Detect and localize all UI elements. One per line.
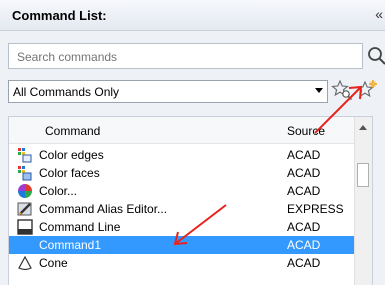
- color-faces-icon: [18, 166, 32, 181]
- command-source: EXPRESS: [287, 202, 344, 216]
- command-source: ACAD: [287, 148, 321, 162]
- filter-commands-icon[interactable]: [330, 78, 354, 102]
- color-edges-icon: [18, 148, 32, 163]
- cone-icon: [18, 255, 32, 271]
- chevron-down-icon[interactable]: [315, 88, 323, 93]
- command-list: Command Source Color edges ACAD Color fa…: [8, 116, 373, 285]
- command-source: ACAD: [287, 220, 321, 234]
- list-item[interactable]: Color edges ACAD: [9, 146, 372, 164]
- list-item-selected[interactable]: Command1 ACAD: [9, 236, 372, 254]
- scrollbar-thumb[interactable]: [357, 163, 369, 187]
- command-filter-dropdown[interactable]: All Commands Only: [8, 80, 328, 103]
- command-name: Color...: [39, 184, 78, 198]
- command-source: ACAD: [287, 184, 321, 198]
- command-line-icon: [17, 219, 33, 235]
- vertical-scrollbar[interactable]: [354, 117, 372, 285]
- column-header-command[interactable]: Command: [45, 124, 100, 138]
- command-name: Command Line: [39, 220, 121, 234]
- command-name: Command Alias Editor...: [39, 202, 168, 216]
- alias-editor-icon: [17, 202, 32, 216]
- list-item[interactable]: Command Line ACAD: [9, 218, 372, 236]
- scroll-up-icon[interactable]: [359, 125, 367, 130]
- search-icon[interactable]: [366, 45, 385, 67]
- collapse-icon[interactable]: «: [375, 6, 383, 22]
- command-name: Command1: [39, 238, 102, 252]
- list-item[interactable]: Color... ACAD: [9, 182, 372, 200]
- command-name: Color faces: [39, 166, 100, 180]
- command-source: ACAD: [287, 238, 321, 252]
- command-source: ACAD: [287, 166, 321, 180]
- command-source: ACAD: [287, 256, 321, 270]
- search-input[interactable]: [15, 45, 319, 69]
- panel-header: Command List: «: [0, 0, 385, 31]
- panel-title: Command List:: [12, 8, 107, 23]
- list-item[interactable]: Command Alias Editor... EXPRESS: [9, 200, 372, 218]
- create-command-icon[interactable]: [355, 78, 379, 102]
- color-wheel-icon: [18, 184, 32, 198]
- search-box[interactable]: [8, 43, 363, 69]
- command-name: Cone: [39, 256, 68, 270]
- list-item[interactable]: Cone ACAD: [9, 254, 372, 272]
- filter-selected-value: All Commands Only: [13, 85, 120, 99]
- list-item[interactable]: Color faces ACAD: [9, 164, 372, 182]
- list-header: Command Source: [9, 117, 372, 144]
- command-name: Color edges: [39, 148, 104, 162]
- column-header-source[interactable]: Source: [287, 124, 325, 138]
